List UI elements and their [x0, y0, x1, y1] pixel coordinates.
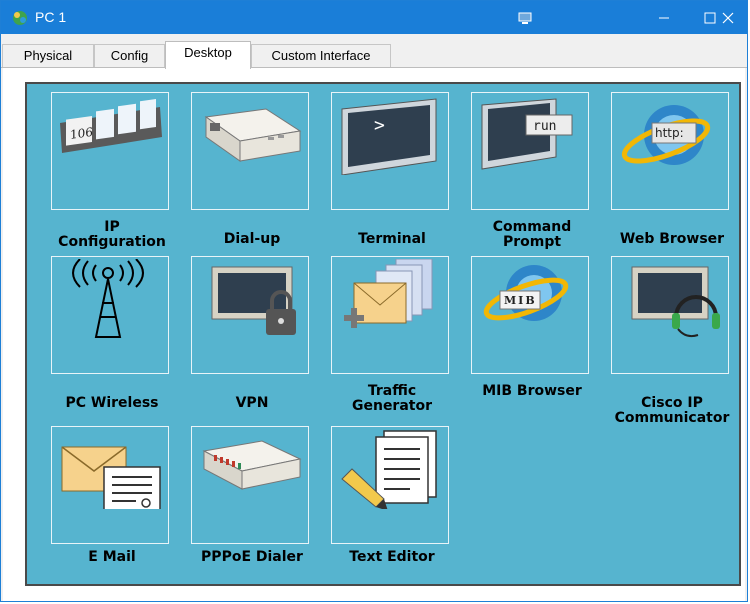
modem-icon: [204, 108, 302, 162]
text-editor-icon: [341, 430, 437, 509]
svg-text:http:: http:: [655, 126, 684, 140]
web-browser-icon: http:: [621, 105, 711, 165]
command-prompt-icon: run: [481, 98, 573, 170]
app-label: MIB Browser: [482, 383, 582, 399]
app-tile[interactable]: [191, 256, 309, 374]
app-tile[interactable]: [611, 256, 729, 374]
tab-desktop[interactable]: Desktop: [165, 41, 251, 69]
svg-text:>: >: [374, 115, 385, 136]
app-label: Dial-up: [223, 231, 281, 247]
app-tile[interactable]: 106: [51, 92, 169, 210]
app-label: Traffic Generator: [351, 383, 432, 414]
tab-custom-interface[interactable]: Custom Interface: [251, 44, 391, 67]
app-tile[interactable]: [191, 426, 309, 544]
app-label: Text Editor: [349, 549, 435, 565]
mib-browser-icon: MIB: [483, 265, 569, 321]
app-tile[interactable]: [331, 426, 449, 544]
desktop-panel: 106 IP Configuration Dial-up > Terminal …: [25, 82, 741, 586]
app-label: Web Browser: [619, 231, 725, 247]
app-label: VPN: [235, 395, 269, 411]
traffic-generator-icon: [344, 259, 433, 328]
packet-tracer-icon: [13, 11, 27, 25]
title-bar[interactable]: PC 1: [1, 1, 747, 34]
vpn-lock-icon: [211, 266, 296, 335]
app-label: IP Configuration: [58, 219, 166, 250]
app-label: E Mail: [88, 549, 136, 565]
app-label: PC Wireless: [65, 395, 159, 411]
window-title: PC 1: [35, 9, 67, 25]
monitor-icon: [513, 1, 537, 34]
minimize-button[interactable]: [641, 1, 687, 34]
app-tile[interactable]: [191, 92, 309, 210]
app-label: Terminal: [358, 231, 426, 247]
app-tile[interactable]: >: [331, 92, 449, 210]
app-tile[interactable]: http:: [611, 92, 729, 210]
app-label: PPPoE Dialer: [201, 549, 303, 565]
pppoe-dialer-icon: [202, 440, 302, 490]
app-label: Command Prompt: [492, 219, 572, 250]
tab-physical[interactable]: Physical: [2, 44, 94, 67]
headset-monitor-icon: [631, 266, 720, 338]
tab-config[interactable]: Config: [94, 44, 165, 67]
app-tile[interactable]: MIB: [471, 256, 589, 374]
pc-window: PC 1 Physical Config Desktop Custom Inte…: [0, 0, 748, 602]
app-tile[interactable]: run: [471, 92, 589, 210]
close-button[interactable]: [705, 1, 750, 34]
svg-text:run: run: [533, 119, 556, 134]
terminal-icon: >: [341, 98, 437, 175]
app-tile[interactable]: [51, 426, 169, 544]
tab-bar: Physical Config Desktop Custom Interface: [1, 41, 747, 69]
ip-config-icon: 106: [60, 98, 162, 153]
app-tile[interactable]: [331, 256, 449, 374]
app-label: Cisco IP Communicator: [614, 395, 730, 426]
wireless-tower-icon: [72, 259, 144, 338]
app-tile[interactable]: [51, 256, 169, 374]
svg-text:MIB: MIB: [504, 294, 537, 307]
email-icon: [61, 446, 161, 509]
